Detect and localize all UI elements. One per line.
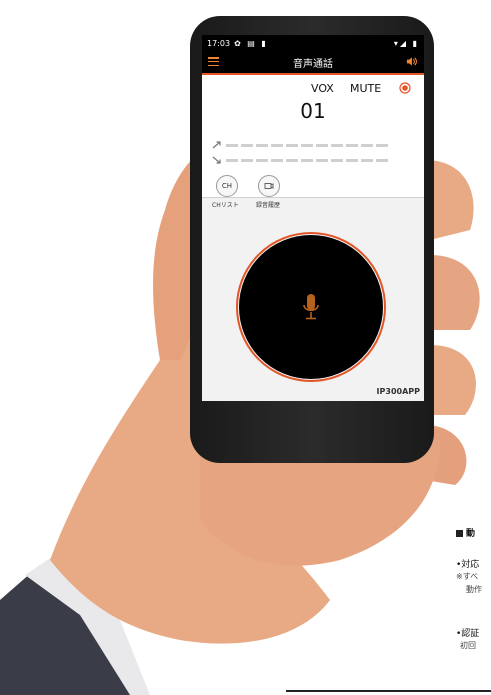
photo-scene: 17:03 ✿ ▤ ▮ ▾◢ ▮ 音声通話 VOX MUTE 01 CH CHリ… — [0, 0, 491, 695]
doc-line-5: 初回 — [460, 641, 476, 650]
menu-icon[interactable] — [208, 57, 219, 67]
status-bar: 17:03 ✿ ▤ ▮ ▾◢ ▮ — [202, 35, 424, 51]
status-right-icons: ▾◢ ▮ — [393, 38, 419, 48]
recording-history-label: 録音履歴 — [256, 202, 281, 209]
channel-list-button[interactable]: CH — [216, 175, 238, 197]
transmit-level-meter — [212, 141, 412, 149]
phone-screen: 17:03 ✿ ▤ ▮ ▾◢ ▮ 音声通話 VOX MUTE 01 CH CHリ… — [202, 35, 424, 401]
mute-toggle[interactable]: MUTE — [350, 82, 381, 95]
status-time: 17:03 — [207, 38, 231, 48]
record-icon[interactable] — [399, 82, 411, 94]
recording-history-button[interactable] — [258, 175, 280, 197]
square-bullet-icon — [456, 530, 463, 537]
channel-number: 01 — [300, 99, 326, 123]
doc-line-1: •対応 — [456, 560, 480, 570]
doc-line-4: •認証 — [456, 629, 480, 639]
doc-line-2: ※すべ — [456, 572, 479, 581]
app-title: 音声通話 — [293, 58, 333, 70]
ch-icon: CH — [221, 182, 233, 190]
vox-toggle[interactable]: VOX — [311, 82, 334, 95]
speaker-icon[interactable] — [406, 56, 417, 67]
recording-history-icon — [264, 183, 274, 189]
divider-line — [286, 690, 491, 692]
app-bar: 音声通話 — [202, 51, 424, 75]
section-heading: 動 — [456, 526, 475, 539]
microphone-icon — [303, 294, 319, 320]
channel-list-label: CHリスト — [212, 202, 239, 209]
action-button-row: CH CHリスト 録音履歴 — [202, 175, 424, 211]
receive-arrow-icon — [212, 156, 221, 164]
doc-line-3: 動作 — [466, 585, 482, 594]
app-name-label: IP300APP — [376, 387, 420, 396]
transmit-arrow-icon — [212, 141, 221, 149]
status-left-icons: ✿ ▤ ▮ — [234, 38, 268, 48]
receive-level-meter — [212, 156, 412, 164]
